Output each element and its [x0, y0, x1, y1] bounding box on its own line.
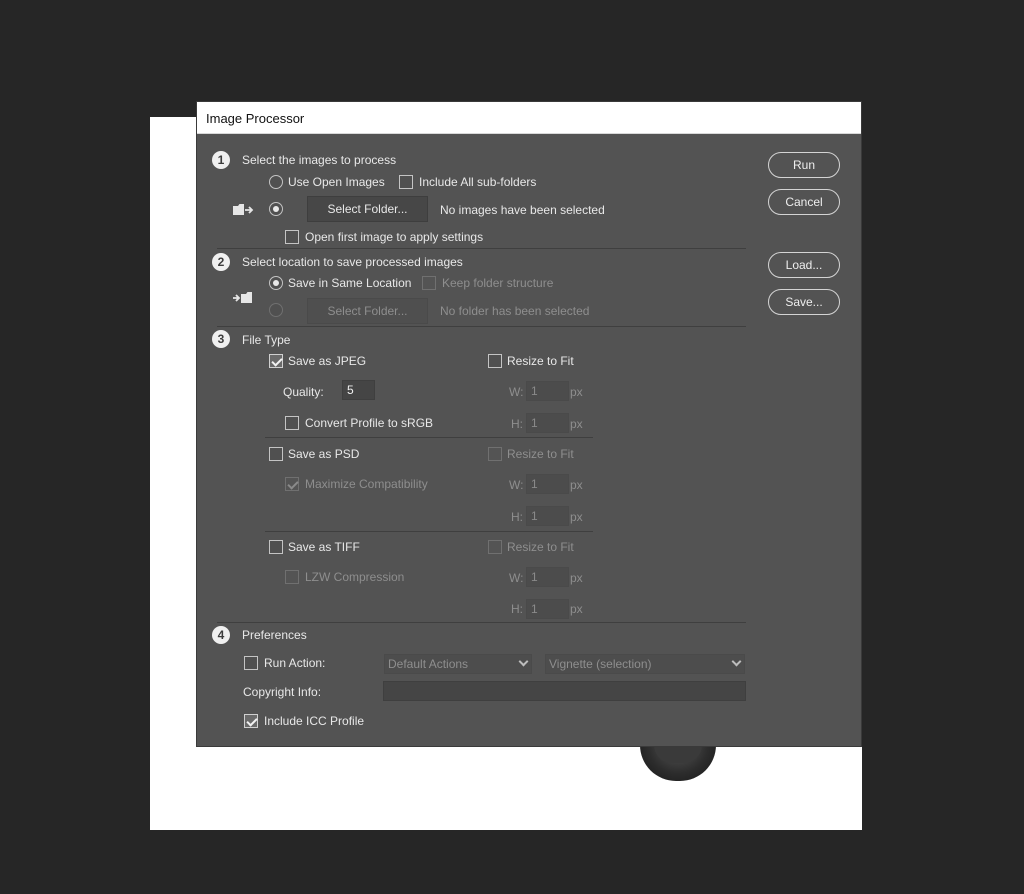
action-set-value: Default Actions [388, 657, 469, 671]
folder-arrow-icon [233, 204, 254, 215]
quality-input[interactable] [342, 380, 375, 400]
section-1-title: Select the images to process [242, 153, 397, 167]
tiff-resize-checkbox[interactable] [488, 540, 502, 554]
jpeg-resize-label: Resize to Fit [507, 354, 574, 368]
psd-height-input[interactable] [526, 506, 569, 526]
jpeg-height-input[interactable] [526, 413, 569, 433]
section-4-title: Preferences [242, 628, 307, 642]
source-status-text: No images have been selected [440, 203, 605, 217]
maximize-compatibility-label: Maximize Compatibility [305, 477, 428, 491]
include-subfolders-checkbox[interactable] [399, 175, 413, 189]
section-3-title: File Type [242, 333, 291, 347]
select-source-folder-button[interactable]: Select Folder... [307, 196, 428, 222]
dialog-titlebar[interactable]: Image Processor [197, 102, 861, 134]
psd-resize-label: Resize to Fit [507, 447, 574, 461]
run-button[interactable]: Run [768, 152, 840, 178]
action-set-select[interactable]: Default Actions [384, 654, 532, 674]
psd-width-unit: px [570, 478, 583, 492]
section-divider-1 [217, 248, 746, 249]
step-3-badge: 3 [212, 330, 230, 348]
tiff-height-unit: px [570, 602, 583, 616]
psd-width-input[interactable] [526, 474, 569, 494]
save-settings-button[interactable]: Save... [768, 289, 840, 315]
save-as-tiff-checkbox[interactable] [269, 540, 283, 554]
jpeg-height-unit: px [570, 417, 583, 431]
tiff-resize-label: Resize to Fit [507, 540, 574, 554]
keep-folder-structure-label: Keep folder structure [442, 276, 554, 290]
jpeg-width-input[interactable] [526, 381, 569, 401]
save-same-location-label: Save in Same Location [288, 276, 412, 290]
jpeg-width-unit: px [570, 385, 583, 399]
psd-width-label: W: [509, 478, 524, 492]
tiff-width-unit: px [570, 571, 583, 585]
maximize-compatibility-checkbox[interactable] [285, 477, 299, 491]
lzw-compression-checkbox[interactable] [285, 570, 299, 584]
use-open-images-label: Use Open Images [288, 175, 385, 189]
psd-height-unit: px [570, 510, 583, 524]
filetype-divider-jpeg [265, 437, 593, 438]
chevron-down-icon [731, 656, 742, 667]
step-1-badge: 1 [212, 151, 230, 169]
convert-profile-checkbox[interactable] [285, 416, 299, 430]
include-subfolders-label: Include All sub-folders [419, 175, 537, 189]
save-same-location-radio[interactable] [269, 276, 283, 290]
include-icc-label: Include ICC Profile [264, 714, 365, 728]
save-as-jpeg-label: Save as JPEG [288, 354, 367, 368]
section-divider-3 [217, 622, 746, 623]
save-as-jpeg-checkbox[interactable] [269, 354, 283, 368]
section-2-title: Select location to save processed images [242, 255, 463, 269]
image-processor-dialog: Image Processor Run Cancel Load... Save.… [197, 102, 861, 746]
save-as-tiff-label: Save as TIFF [288, 540, 360, 554]
lzw-compression-label: LZW Compression [305, 570, 405, 584]
open-first-image-label: Open first image to apply settings [305, 230, 484, 244]
tiff-height-label: H: [511, 602, 523, 616]
action-value: Vignette (selection) [549, 657, 652, 671]
convert-profile-label: Convert Profile to sRGB [305, 416, 434, 430]
jpeg-width-label: W: [509, 385, 524, 399]
save-as-psd-checkbox[interactable] [269, 447, 283, 461]
destination-status-text: No folder has been selected [440, 304, 590, 318]
tiff-width-input[interactable] [526, 567, 569, 587]
section-divider-2 [217, 326, 746, 327]
copyright-label: Copyright Info: [243, 685, 322, 699]
tiff-height-input[interactable] [526, 599, 569, 619]
select-folder-radio[interactable] [269, 202, 283, 216]
save-as-psd-label: Save as PSD [288, 447, 360, 461]
dialog-title: Image Processor [206, 111, 305, 126]
action-select[interactable]: Vignette (selection) [545, 654, 745, 674]
filetype-divider-psd [265, 531, 593, 532]
quality-label: Quality: [283, 385, 324, 399]
psd-height-label: H: [511, 510, 523, 524]
copyright-input[interactable] [383, 681, 746, 701]
run-action-checkbox[interactable] [244, 656, 258, 670]
jpeg-resize-checkbox[interactable] [488, 354, 502, 368]
run-action-label: Run Action: [264, 656, 326, 670]
load-button[interactable]: Load... [768, 252, 840, 278]
keep-folder-structure-checkbox[interactable] [422, 276, 436, 290]
jpeg-height-label: H: [511, 417, 523, 431]
include-icc-checkbox[interactable] [244, 714, 258, 728]
tiff-width-label: W: [509, 571, 524, 585]
folder-output-icon [233, 292, 252, 303]
select-destination-folder-button[interactable]: Select Folder... [307, 298, 428, 324]
psd-resize-checkbox[interactable] [488, 447, 502, 461]
open-first-image-checkbox[interactable] [285, 230, 299, 244]
step-4-badge: 4 [212, 626, 230, 644]
cancel-button[interactable]: Cancel [768, 189, 840, 215]
step-2-badge: 2 [212, 253, 230, 271]
select-destination-radio[interactable] [269, 303, 283, 317]
chevron-down-icon [518, 656, 529, 667]
use-open-images-radio[interactable] [269, 175, 283, 189]
